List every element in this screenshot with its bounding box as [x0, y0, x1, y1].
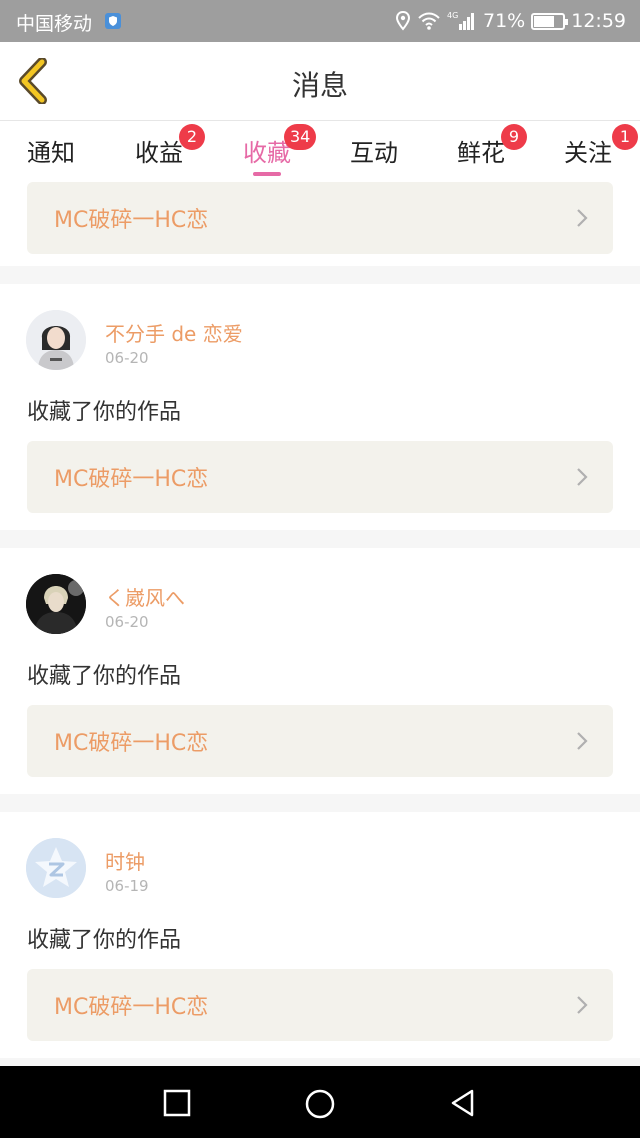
work-title: MC破碎一HC恋 — [54, 467, 209, 492]
chevron-right-icon — [577, 732, 588, 750]
tab-badge: 34 — [284, 124, 317, 150]
username[interactable]: く崴风へ — [105, 582, 185, 611]
item-date: 06-20 — [105, 349, 149, 367]
avatar[interactable] — [26, 574, 86, 634]
feed-item: く崴风へ 06-20 收藏了你的作品 MC破碎一HC恋 — [0, 548, 640, 794]
tab-interactions[interactable]: 互动 — [326, 133, 422, 168]
work-title: MC破碎一HC恋 — [54, 208, 209, 233]
tab-badge: 1 — [612, 124, 638, 150]
clock: 12:59 — [571, 10, 626, 32]
chevron-right-icon — [577, 209, 588, 227]
item-date: 06-19 — [105, 877, 149, 895]
carrier-name: 中国移动 — [16, 13, 93, 35]
feed-item-partial: MC破碎一HC恋 — [0, 182, 640, 266]
work-link[interactable]: MC破碎一HC恋 — [27, 182, 613, 254]
location-icon — [395, 11, 411, 31]
feed-item: 时钟 06-19 收藏了你的作品 MC破碎一HC恋 — [0, 812, 640, 1058]
tab-notifications[interactable]: 通知 — [3, 133, 99, 168]
work-title: MC破碎一HC恋 — [54, 995, 209, 1020]
chevron-right-icon — [577, 468, 588, 486]
tab-flowers[interactable]: 鲜花 9 — [433, 124, 529, 168]
tab-follows[interactable]: 关注 1 — [540, 124, 638, 168]
tab-earnings[interactable]: 收益 2 — [111, 124, 207, 168]
action-text: 收藏了你的作品 — [27, 664, 182, 689]
network-type: 4G — [447, 11, 458, 20]
username[interactable]: 不分手 de 恋爱 — [105, 318, 243, 347]
battery-icon — [531, 12, 569, 30]
app-header: 消息 — [0, 42, 640, 120]
work-link[interactable]: MC破碎一HC恋 — [27, 441, 613, 513]
default-avatar-icon — [26, 838, 86, 898]
active-tab-indicator — [253, 172, 281, 176]
home-icon[interactable] — [304, 1088, 336, 1120]
user-photo — [26, 310, 86, 370]
tab-label: 鲜花 — [457, 139, 505, 167]
work-title: MC破碎一HC恋 — [54, 731, 209, 756]
shield-icon — [105, 13, 121, 29]
work-link[interactable]: MC破碎一HC恋 — [27, 705, 613, 777]
tab-label: 关注 — [564, 139, 612, 167]
feed-item: 不分手 de 恋爱 06-20 收藏了你的作品 MC破碎一HC恋 — [0, 284, 640, 530]
system-nav-bar — [0, 1066, 640, 1138]
item-date: 06-20 — [105, 613, 149, 631]
work-link[interactable]: MC破碎一HC恋 — [27, 969, 613, 1041]
page-title: 消息 — [291, 69, 348, 102]
avatar[interactable] — [26, 838, 86, 898]
wifi-icon — [418, 12, 440, 30]
signal-icon: 4G — [447, 11, 474, 30]
recents-icon[interactable] — [162, 1088, 192, 1118]
tab-badge: 2 — [179, 124, 205, 150]
battery-percent: 71% — [483, 10, 526, 32]
tab-label: 互动 — [350, 139, 398, 167]
username[interactable]: 时钟 — [105, 846, 145, 875]
back-icon[interactable] — [448, 1088, 478, 1118]
tab-badge: 9 — [501, 124, 527, 150]
action-text: 收藏了你的作品 — [27, 400, 182, 425]
avatar[interactable] — [26, 310, 86, 370]
tab-label: 通知 — [27, 139, 75, 167]
tab-label: 收藏 — [243, 139, 291, 167]
tab-favorites[interactable]: 收藏 34 — [219, 124, 317, 176]
chevron-right-icon — [577, 996, 588, 1014]
status-bar: 中国移动 4G 71% 12:59 — [0, 0, 640, 42]
user-photo — [26, 574, 86, 634]
favorites-feed[interactable]: MC破碎一HC恋 不分手 de 恋爱 06-20 收藏了你的作品 MC破碎一HC… — [0, 182, 640, 1066]
tab-label: 收益 — [135, 139, 183, 167]
action-text: 收藏了你的作品 — [27, 928, 182, 953]
message-tabs: 通知 收益 2 收藏 34 互动 鲜花 9 关注 1 — [0, 120, 640, 182]
